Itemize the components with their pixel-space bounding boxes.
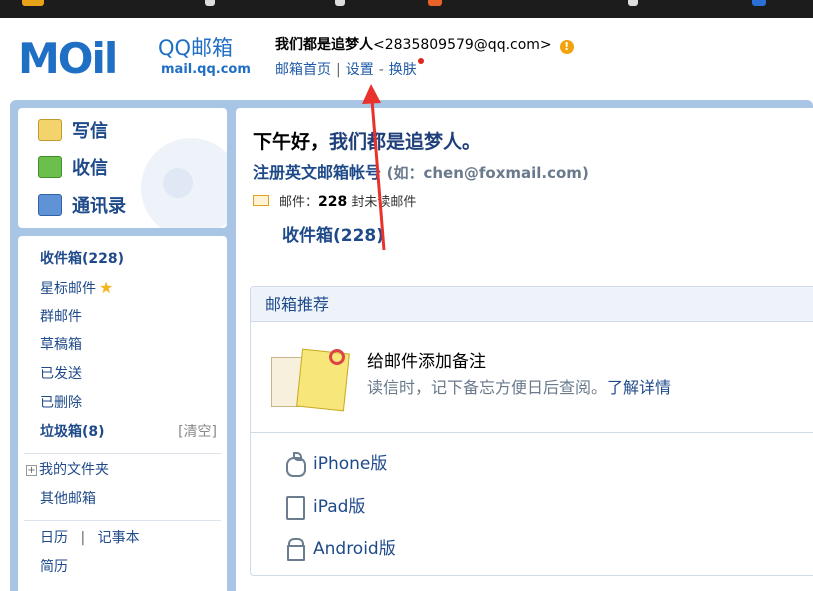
register-english-link[interactable]: 注册英文邮箱帐号 <box>253 163 381 182</box>
iphone-label: iPhone版 <box>313 454 388 474</box>
divider <box>24 520 221 521</box>
folder-drafts[interactable]: 草稿箱 <box>40 336 82 354</box>
taskbar-icon <box>205 0 215 6</box>
feature-desc: 读信时，记下备忘方便日后查阅。了解详情 <box>367 378 671 398</box>
inbox-link[interactable]: 收件箱(228) <box>282 225 384 247</box>
android-label: Android版 <box>313 539 396 559</box>
write-icon <box>38 119 62 141</box>
register-hint: (如：chen@foxmail.com) <box>386 164 589 182</box>
divider <box>24 453 221 454</box>
taskbar-icon <box>752 0 766 6</box>
folder-group[interactable]: 群邮件 <box>40 308 82 326</box>
mailbox-home-link[interactable]: 邮箱首页 <box>275 62 331 78</box>
taskbar-icon <box>335 0 345 6</box>
taskbar-icon <box>628 0 638 6</box>
header-links: 邮箱首页 | 设置 - 换肤 <box>275 58 424 79</box>
mail-label: 邮件： <box>279 195 319 210</box>
unread-suffix: 封未读邮件 <box>351 195 417 210</box>
taskbar-icon <box>428 0 442 6</box>
greeting-prefix: 下午好， <box>253 131 330 153</box>
link-separator: - <box>378 62 384 78</box>
folder-deleted[interactable]: 已删除 <box>40 394 82 412</box>
qqmail-logo[interactable]: MOil QQ邮箱 mail.qq.com <box>18 34 258 84</box>
logo-url: mail.qq.com <box>161 62 251 77</box>
learn-more-link[interactable]: 了解详情 <box>607 378 671 397</box>
android-link[interactable]: Android版 <box>285 537 396 561</box>
taskbar-icon <box>22 0 44 6</box>
top-browser-strip <box>0 0 813 18</box>
clear-spam-link[interactable]: [清空] <box>178 423 217 441</box>
ipad-icon <box>285 495 305 520</box>
expand-icon[interactable]: + <box>26 465 37 476</box>
header: MOil QQ邮箱 mail.qq.com 我们都是追梦人<2835809579… <box>0 18 813 100</box>
note-icon <box>271 348 353 415</box>
ipad-link[interactable]: iPad版 <box>285 495 366 520</box>
feature-desc-text: 读信时，记下备忘方便日后查阅。 <box>367 378 608 397</box>
folder-list: 收件箱(228) 星标邮件 ★ 群邮件 草稿箱 已发送 已删除 垃圾箱(8) [清… <box>18 236 227 591</box>
write-label: 写信 <box>72 121 108 142</box>
folder-inbox[interactable]: 收件箱(228) <box>40 250 124 268</box>
calendar-notes-row: 日历 | 记事本 <box>40 529 140 547</box>
folder-sent[interactable]: 已发送 <box>40 365 82 383</box>
contacts-icon <box>38 194 62 216</box>
android-icon <box>285 537 305 561</box>
link-separator: | <box>336 62 341 78</box>
envelope-icon <box>253 195 269 206</box>
user-info: 我们都是追梦人<2835809579@qq.com>! <box>275 36 574 54</box>
notes-link[interactable]: 记事本 <box>98 530 140 546</box>
link-separator: | <box>80 530 86 546</box>
other-mailboxes[interactable]: 其他邮箱 <box>40 490 96 508</box>
recommend-header: 邮箱推荐 <box>251 287 813 322</box>
warning-icon[interactable]: ! <box>559 40 574 54</box>
receive-button[interactable]: 收信 <box>38 154 108 184</box>
my-folders-label: 我的文件夹 <box>39 462 109 478</box>
recommend-box: 邮箱推荐 给邮件添加备注 读信时，记下备忘方便日后查阅。了解详情 iPhone版… <box>250 286 813 576</box>
folder-starred-label: 星标邮件 <box>40 281 96 297</box>
ipad-label: iPad版 <box>313 497 366 517</box>
greeting: 下午好，我们都是追梦人。 <box>253 130 481 154</box>
quick-actions-panel: 写信 收信 通讯录 <box>18 108 227 228</box>
divider <box>251 432 813 433</box>
star-icon: ★ <box>99 278 114 297</box>
my-folders[interactable]: + 我的文件夹 <box>26 461 109 479</box>
logo-wordmark: MOil <box>18 34 118 83</box>
apple-icon <box>285 452 306 477</box>
greeting-name[interactable]: 我们都是追梦人。 <box>329 131 481 153</box>
inbox-icon <box>38 156 62 178</box>
penguin-watermark-icon <box>141 138 227 228</box>
main-panel: 下午好，我们都是追梦人。 注册英文邮箱帐号 (如：chen@foxmail.co… <box>236 108 813 591</box>
change-skin-link[interactable]: 换肤 <box>389 62 417 78</box>
contacts-button[interactable]: 通讯录 <box>38 192 126 222</box>
unread-count: 228 <box>318 194 348 210</box>
receive-label: 收信 <box>72 158 108 179</box>
write-button[interactable]: 写信 <box>38 117 108 147</box>
user-name: 我们都是追梦人 <box>275 37 373 53</box>
calendar-link[interactable]: 日历 <box>40 530 68 546</box>
feature-title: 给邮件添加备注 <box>367 352 486 372</box>
user-email: <2835809579@qq.com> <box>373 37 552 53</box>
folder-starred[interactable]: 星标邮件 ★ <box>40 279 113 298</box>
register-row: 注册英文邮箱帐号 (如：chen@foxmail.com) <box>253 163 589 183</box>
recommend-title: 邮箱推荐 <box>265 295 330 314</box>
resume-link[interactable]: 简历 <box>40 558 68 576</box>
iphone-link[interactable]: iPhone版 <box>285 452 388 477</box>
notification-dot-icon <box>417 58 424 64</box>
logo-brand: QQ邮箱 <box>158 36 234 60</box>
settings-link[interactable]: 设置 <box>346 62 374 78</box>
unread-summary: 邮件：228 封未读邮件 <box>253 194 416 211</box>
folder-spam[interactable]: 垃圾箱(8) <box>40 423 105 441</box>
contacts-label: 通讯录 <box>72 196 126 217</box>
